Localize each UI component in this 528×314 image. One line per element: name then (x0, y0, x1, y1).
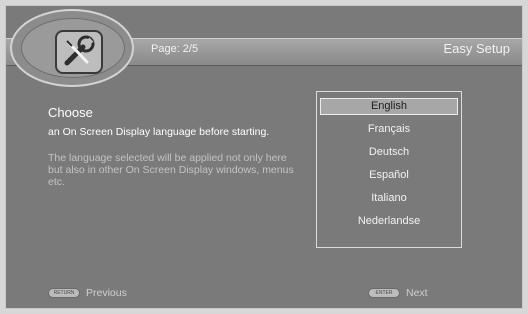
enter-remote-icon[interactable]: ENTER (368, 288, 400, 298)
language-list: English Français Deutsch Español Italian… (316, 91, 462, 248)
previous-label: Previous (86, 287, 127, 299)
note-text: The language selected will be applied no… (48, 152, 294, 188)
language-option-english[interactable]: English (320, 98, 458, 115)
easy-setup-screen: Page: 2/5 Easy Setup Choose an On Screen… (5, 5, 523, 309)
language-option-nederlandse[interactable]: Nederlandse (320, 213, 458, 230)
setup-emblem (10, 9, 134, 87)
wrench-setup-icon (55, 30, 103, 74)
language-option-italiano[interactable]: Italiano (320, 190, 458, 207)
page-title: Easy Setup (443, 41, 511, 56)
language-option-deutsch[interactable]: Deutsch (320, 144, 458, 161)
return-remote-icon[interactable]: RETURN (48, 288, 80, 298)
section-heading: Choose (48, 105, 93, 120)
next-label: Next (406, 287, 428, 299)
language-option-espanol[interactable]: Español (320, 167, 458, 184)
page-indicator: Page: 2/5 (151, 43, 199, 55)
language-option-francais[interactable]: Français (320, 121, 458, 138)
description-text: an On Screen Display language before sta… (48, 126, 270, 138)
